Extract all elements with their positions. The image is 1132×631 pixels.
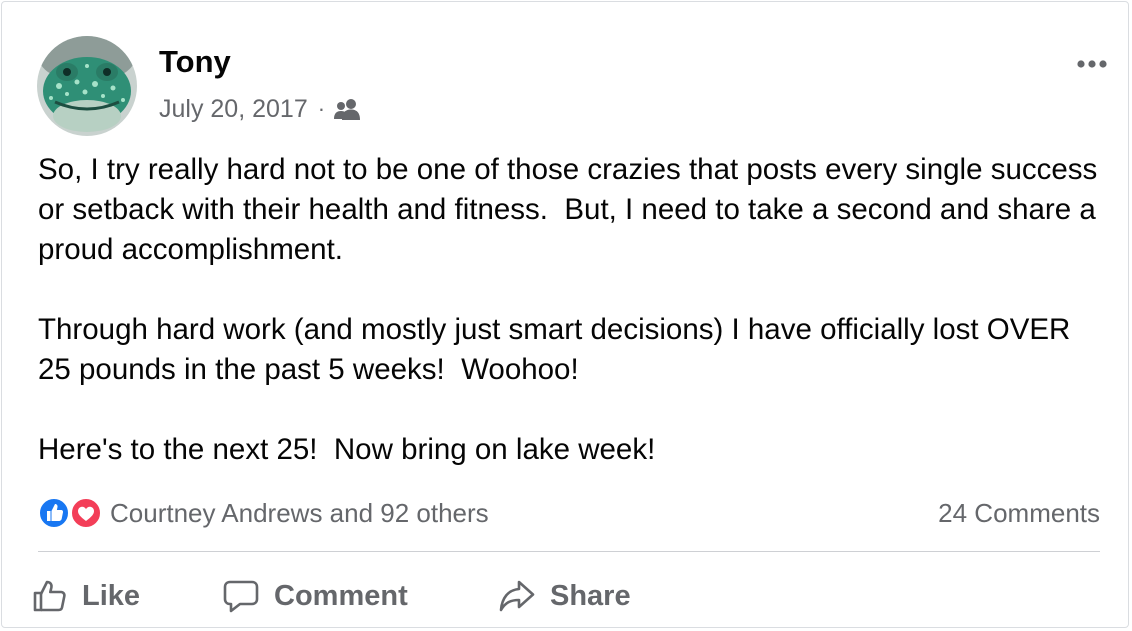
action-bar: Like Comment Share (2, 568, 1130, 624)
meta-separator: · (317, 96, 326, 121)
post-body: So, I try really hard not to be one of t… (38, 150, 1108, 470)
reactions-summary: Courtney Andrews and 92 others 24 Commen… (38, 494, 1100, 532)
share-icon (499, 580, 535, 612)
post-paragraph: Here's to the next 25! Now bring on lake… (38, 433, 656, 466)
reaction-names[interactable]: Courtney Andrews and 92 others (110, 494, 489, 532)
share-label: Share (550, 579, 631, 612)
author-name[interactable]: Tony (159, 44, 231, 80)
reaction-icons[interactable] (38, 497, 104, 529)
divider (38, 551, 1100, 552)
post-card: Tony July 20, 2017 · So, I try really ha… (1, 1, 1129, 628)
more-options-icon[interactable] (1073, 52, 1113, 76)
comment-icon (223, 580, 259, 613)
post-meta: July 20, 2017 · (159, 92, 361, 126)
comment-count[interactable]: 24 Comments (938, 494, 1100, 532)
post-date[interactable]: July 20, 2017 (159, 95, 308, 124)
post-paragraph: Through hard work (and mostly just smart… (38, 313, 1079, 386)
author-avatar[interactable] (37, 36, 137, 136)
friends-icon[interactable] (333, 98, 361, 120)
comment-button[interactable]: Comment (222, 568, 408, 624)
like-label: Like (82, 579, 141, 612)
share-button[interactable]: Share (498, 568, 631, 624)
like-button[interactable]: Like (32, 568, 140, 624)
thumbs-up-icon (33, 580, 66, 612)
comment-label: Comment (274, 579, 408, 612)
post-paragraph: So, I try really hard not to be one of t… (38, 153, 1106, 266)
